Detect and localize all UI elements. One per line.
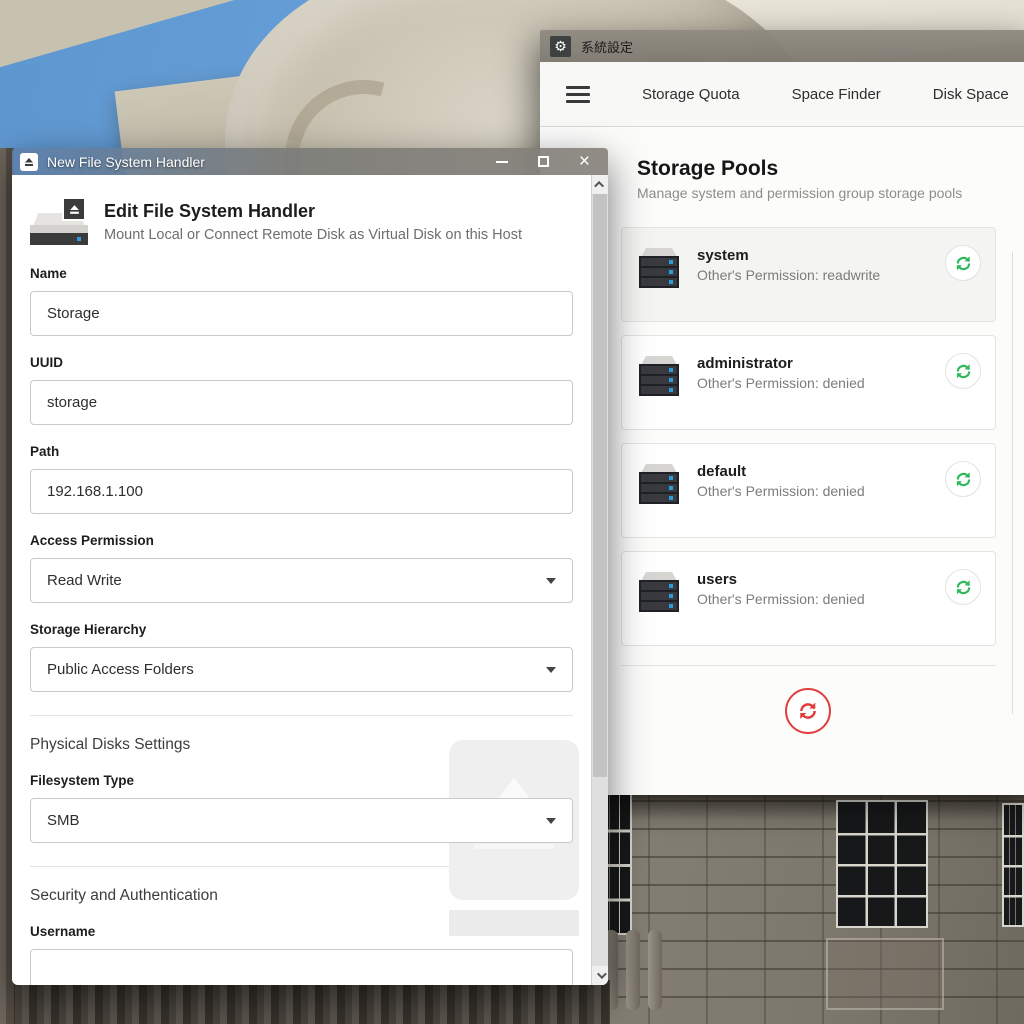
tab-space-finder[interactable]: Space Finder: [792, 86, 881, 103]
close-button[interactable]: ×: [579, 152, 590, 171]
tab-disk-space[interactable]: Disk Space: [933, 86, 1009, 103]
form-title: Edit File System Handler: [104, 197, 522, 222]
gear-icon: ⚙: [550, 36, 571, 57]
chevron-down-icon: [596, 969, 606, 979]
settings-body: Storage Quota Space Finder Disk Space St…: [540, 62, 1024, 795]
section-divider: [30, 866, 573, 867]
server-icon: [636, 569, 682, 615]
facade-window: [1002, 803, 1024, 927]
server-icon: [636, 461, 682, 507]
eject-icon: [20, 153, 38, 171]
pool-card-system[interactable]: system Other's Permission: readwrite: [621, 227, 996, 322]
field-label-uuid: UUID: [30, 355, 573, 370]
pool-permission: Other's Permission: readwrite: [697, 267, 930, 283]
eject-icon: [62, 197, 86, 221]
facade-relief-panel: [826, 938, 944, 1010]
field-label-storage-hierarchy: Storage Hierarchy: [30, 622, 573, 637]
pool-permission: Other's Permission: denied: [697, 591, 930, 607]
minimize-button[interactable]: [496, 161, 508, 163]
facade-window: [836, 800, 928, 928]
refresh-icon: [955, 255, 972, 272]
system-settings-window: ⚙ 系統設定 Storage Quota Space Finder Disk S…: [540, 30, 1024, 795]
refresh-icon: [798, 701, 818, 721]
page-subtitle: Manage system and permission group stora…: [637, 185, 998, 201]
path-input[interactable]: [30, 469, 573, 514]
page-title: Storage Pools: [637, 157, 998, 181]
field-label-filesystem-type: Filesystem Type: [30, 773, 573, 788]
section-title-physical-disks: Physical Disks Settings: [30, 736, 573, 754]
panel-divider: [1012, 252, 1013, 714]
pool-card-default[interactable]: default Other's Permission: denied: [621, 443, 996, 538]
pool-permission: Other's Permission: denied: [697, 375, 930, 391]
dialog-title: New File System Handler: [47, 154, 496, 170]
dialog-form: Edit File System Handler Mount Local or …: [12, 175, 591, 985]
filesystem-type-value: SMB: [47, 812, 80, 829]
field-label-path: Path: [30, 444, 573, 459]
storage-hierarchy-value: Public Access Folders: [47, 661, 194, 678]
chevron-down-icon: [546, 578, 556, 584]
filesystem-type-select[interactable]: SMB: [30, 798, 573, 843]
field-label-username: Username: [30, 924, 573, 939]
settings-window-title: 系統設定: [581, 37, 633, 56]
chevron-up-icon: [594, 181, 604, 191]
pool-name: users: [697, 571, 930, 588]
disk-drive-icon: [30, 197, 88, 247]
field-label-name: Name: [30, 266, 573, 281]
pool-name: default: [697, 463, 930, 480]
uuid-input[interactable]: [30, 380, 573, 425]
scrollbar-thumb[interactable]: [593, 194, 607, 777]
chevron-down-icon: [546, 818, 556, 824]
form-subtitle: Mount Local or Connect Remote Disk as Vi…: [104, 227, 522, 243]
refresh-icon: [955, 579, 972, 596]
baluster: [626, 930, 640, 1010]
storage-pool-list: system Other's Permission: readwrite: [621, 227, 996, 646]
refresh-icon: [955, 363, 972, 380]
chevron-down-icon: [546, 667, 556, 673]
settings-titlebar[interactable]: ⚙ 系統設定: [540, 30, 1024, 62]
access-permission-value: Read Write: [47, 572, 122, 589]
maximize-button[interactable]: [538, 156, 549, 167]
scroll-up-button[interactable]: [592, 175, 608, 194]
pool-name: administrator: [697, 355, 930, 372]
refresh-pools-button[interactable]: [785, 688, 831, 734]
pool-refresh-button[interactable]: [945, 353, 981, 389]
pool-card-users[interactable]: users Other's Permission: denied: [621, 551, 996, 646]
section-title-security: Security and Authentication: [30, 887, 573, 905]
stone-steps: [0, 980, 610, 1024]
section-divider: [30, 715, 573, 716]
pool-refresh-button[interactable]: [945, 461, 981, 497]
name-input[interactable]: [30, 291, 573, 336]
settings-tab-bar: Storage Quota Space Finder Disk Space: [540, 62, 1024, 127]
field-label-access-permission: Access Permission: [30, 533, 573, 548]
refresh-icon: [955, 471, 972, 488]
pool-refresh-button[interactable]: [945, 245, 981, 281]
pool-refresh-button[interactable]: [945, 569, 981, 605]
tab-storage-quota[interactable]: Storage Quota: [642, 86, 740, 103]
list-divider: [621, 665, 996, 666]
baluster: [648, 930, 662, 1010]
access-permission-select[interactable]: Read Write: [30, 558, 573, 603]
file-system-handler-dialog: New File System Handler ×: [12, 148, 608, 985]
server-icon: [636, 245, 682, 291]
scroll-down-button[interactable]: [592, 966, 608, 985]
menu-icon[interactable]: [566, 86, 590, 103]
pool-name: system: [697, 247, 930, 264]
storage-pools-panel: Storage Pools Manage system and permissi…: [540, 127, 1024, 734]
dialog-body: Edit File System Handler Mount Local or …: [12, 175, 608, 985]
storage-hierarchy-select[interactable]: Public Access Folders: [30, 647, 573, 692]
server-icon: [636, 353, 682, 399]
username-input[interactable]: [30, 949, 573, 985]
pool-card-administrator[interactable]: administrator Other's Permission: denied: [621, 335, 996, 430]
pool-permission: Other's Permission: denied: [697, 483, 930, 499]
dialog-scrollbar[interactable]: [591, 175, 608, 985]
dialog-titlebar[interactable]: New File System Handler ×: [12, 148, 608, 175]
